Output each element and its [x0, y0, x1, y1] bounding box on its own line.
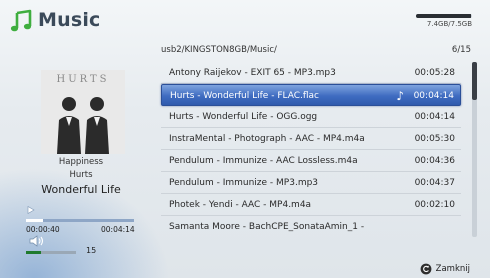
album-art: HURTS — [41, 70, 125, 154]
scrollbar-thumb[interactable] — [472, 62, 477, 100]
music-note-icon — [10, 9, 32, 32]
track-row[interactable]: Pendulum - Immunize - MP3.mp3 00:04:37 — [161, 172, 461, 194]
track-list: Antony Raijekov - EXIT 65 - MP3.mp3 00:0… — [161, 62, 461, 238]
app-title: Music — [38, 9, 101, 31]
volume-value: 15 — [86, 246, 97, 255]
album-art-logo: HURTS — [56, 74, 109, 85]
storage-fill — [416, 14, 471, 18]
track-row-selected[interactable]: Hurts - Wonderful Life - FLAC.flac ♪ 00:… — [161, 84, 461, 106]
volume-fill — [26, 251, 41, 254]
track-duration: 00:04:36 — [414, 156, 455, 166]
list-scrollbar[interactable] — [472, 62, 477, 237]
close-button[interactable]: Zamknij — [420, 262, 470, 276]
track-duration: 00:02:10 — [414, 200, 455, 210]
header: Music 7.4GB/7.5GB — [0, 0, 490, 40]
back-circle-icon — [420, 263, 432, 275]
play-icon[interactable] — [27, 206, 35, 214]
track-duration: 00:05:30 — [414, 134, 455, 144]
track-name: Hurts - Wonderful Life - FLAC.flac — [170, 91, 319, 101]
storage-bar — [416, 14, 472, 18]
track-row[interactable]: Antony Raijekov - EXIT 65 - MP3.mp3 00:0… — [161, 62, 461, 84]
now-playing-title: Wonderful Life — [41, 183, 121, 196]
playback-progress-fill — [26, 219, 43, 222]
track-name: Hurts - Wonderful Life - OGG.ogg — [169, 112, 318, 122]
folder-path: usb2/KINGSTON8GB/Music/ — [161, 45, 277, 55]
now-playing-album: Happiness — [58, 157, 104, 167]
page-count: 6/15 — [451, 45, 471, 55]
track-row[interactable]: Photek - Yendi - AAC - MP4.m4a 00:02:10 — [161, 194, 461, 216]
close-label: Zamknij — [435, 264, 470, 274]
track-name: Samanta Moore - BachCPE_SonataAmin_1 - — [169, 222, 365, 232]
track-name: InstraMental - Photograph - AAC - MP4.m4… — [169, 134, 365, 144]
storage-text: 7.4GB/7.5GB — [426, 20, 472, 28]
storage-indicator: 7.4GB/7.5GB — [416, 14, 472, 28]
volume-slider[interactable] — [26, 251, 76, 254]
track-name: Antony Raijekov - EXIT 65 - MP3.mp3 — [169, 68, 336, 78]
track-row[interactable]: Pendulum - Immunize - AAC Lossless.m4a 0… — [161, 150, 461, 172]
track-row[interactable]: Hurts - Wonderful Life - OGG.ogg 00:04:1… — [161, 106, 461, 128]
track-name: Pendulum - Immunize - AAC Lossless.m4a — [169, 156, 358, 166]
music-note-icon: ♪ — [396, 89, 404, 103]
track-duration: 00:04:14 — [414, 112, 455, 122]
now-playing-artist: Hurts — [69, 170, 93, 180]
track-duration: 00:04:14 — [413, 91, 454, 101]
track-row[interactable]: InstraMental - Photograph - AAC - MP4.m4… — [161, 128, 461, 150]
track-duration: 00:04:37 — [414, 178, 455, 188]
time-total: 00:04:14 — [101, 225, 135, 234]
time-elapsed: 00:00:40 — [26, 225, 60, 234]
playback-progress[interactable] — [26, 219, 134, 222]
track-name: Pendulum - Immunize - MP3.mp3 — [169, 178, 319, 188]
track-name: Photek - Yendi - AAC - MP4.m4a — [169, 200, 312, 210]
speaker-icon — [29, 235, 44, 247]
track-row[interactable]: Samanta Moore - BachCPE_SonataAmin_1 - — [161, 216, 461, 238]
track-duration: 00:05:28 — [414, 68, 455, 78]
